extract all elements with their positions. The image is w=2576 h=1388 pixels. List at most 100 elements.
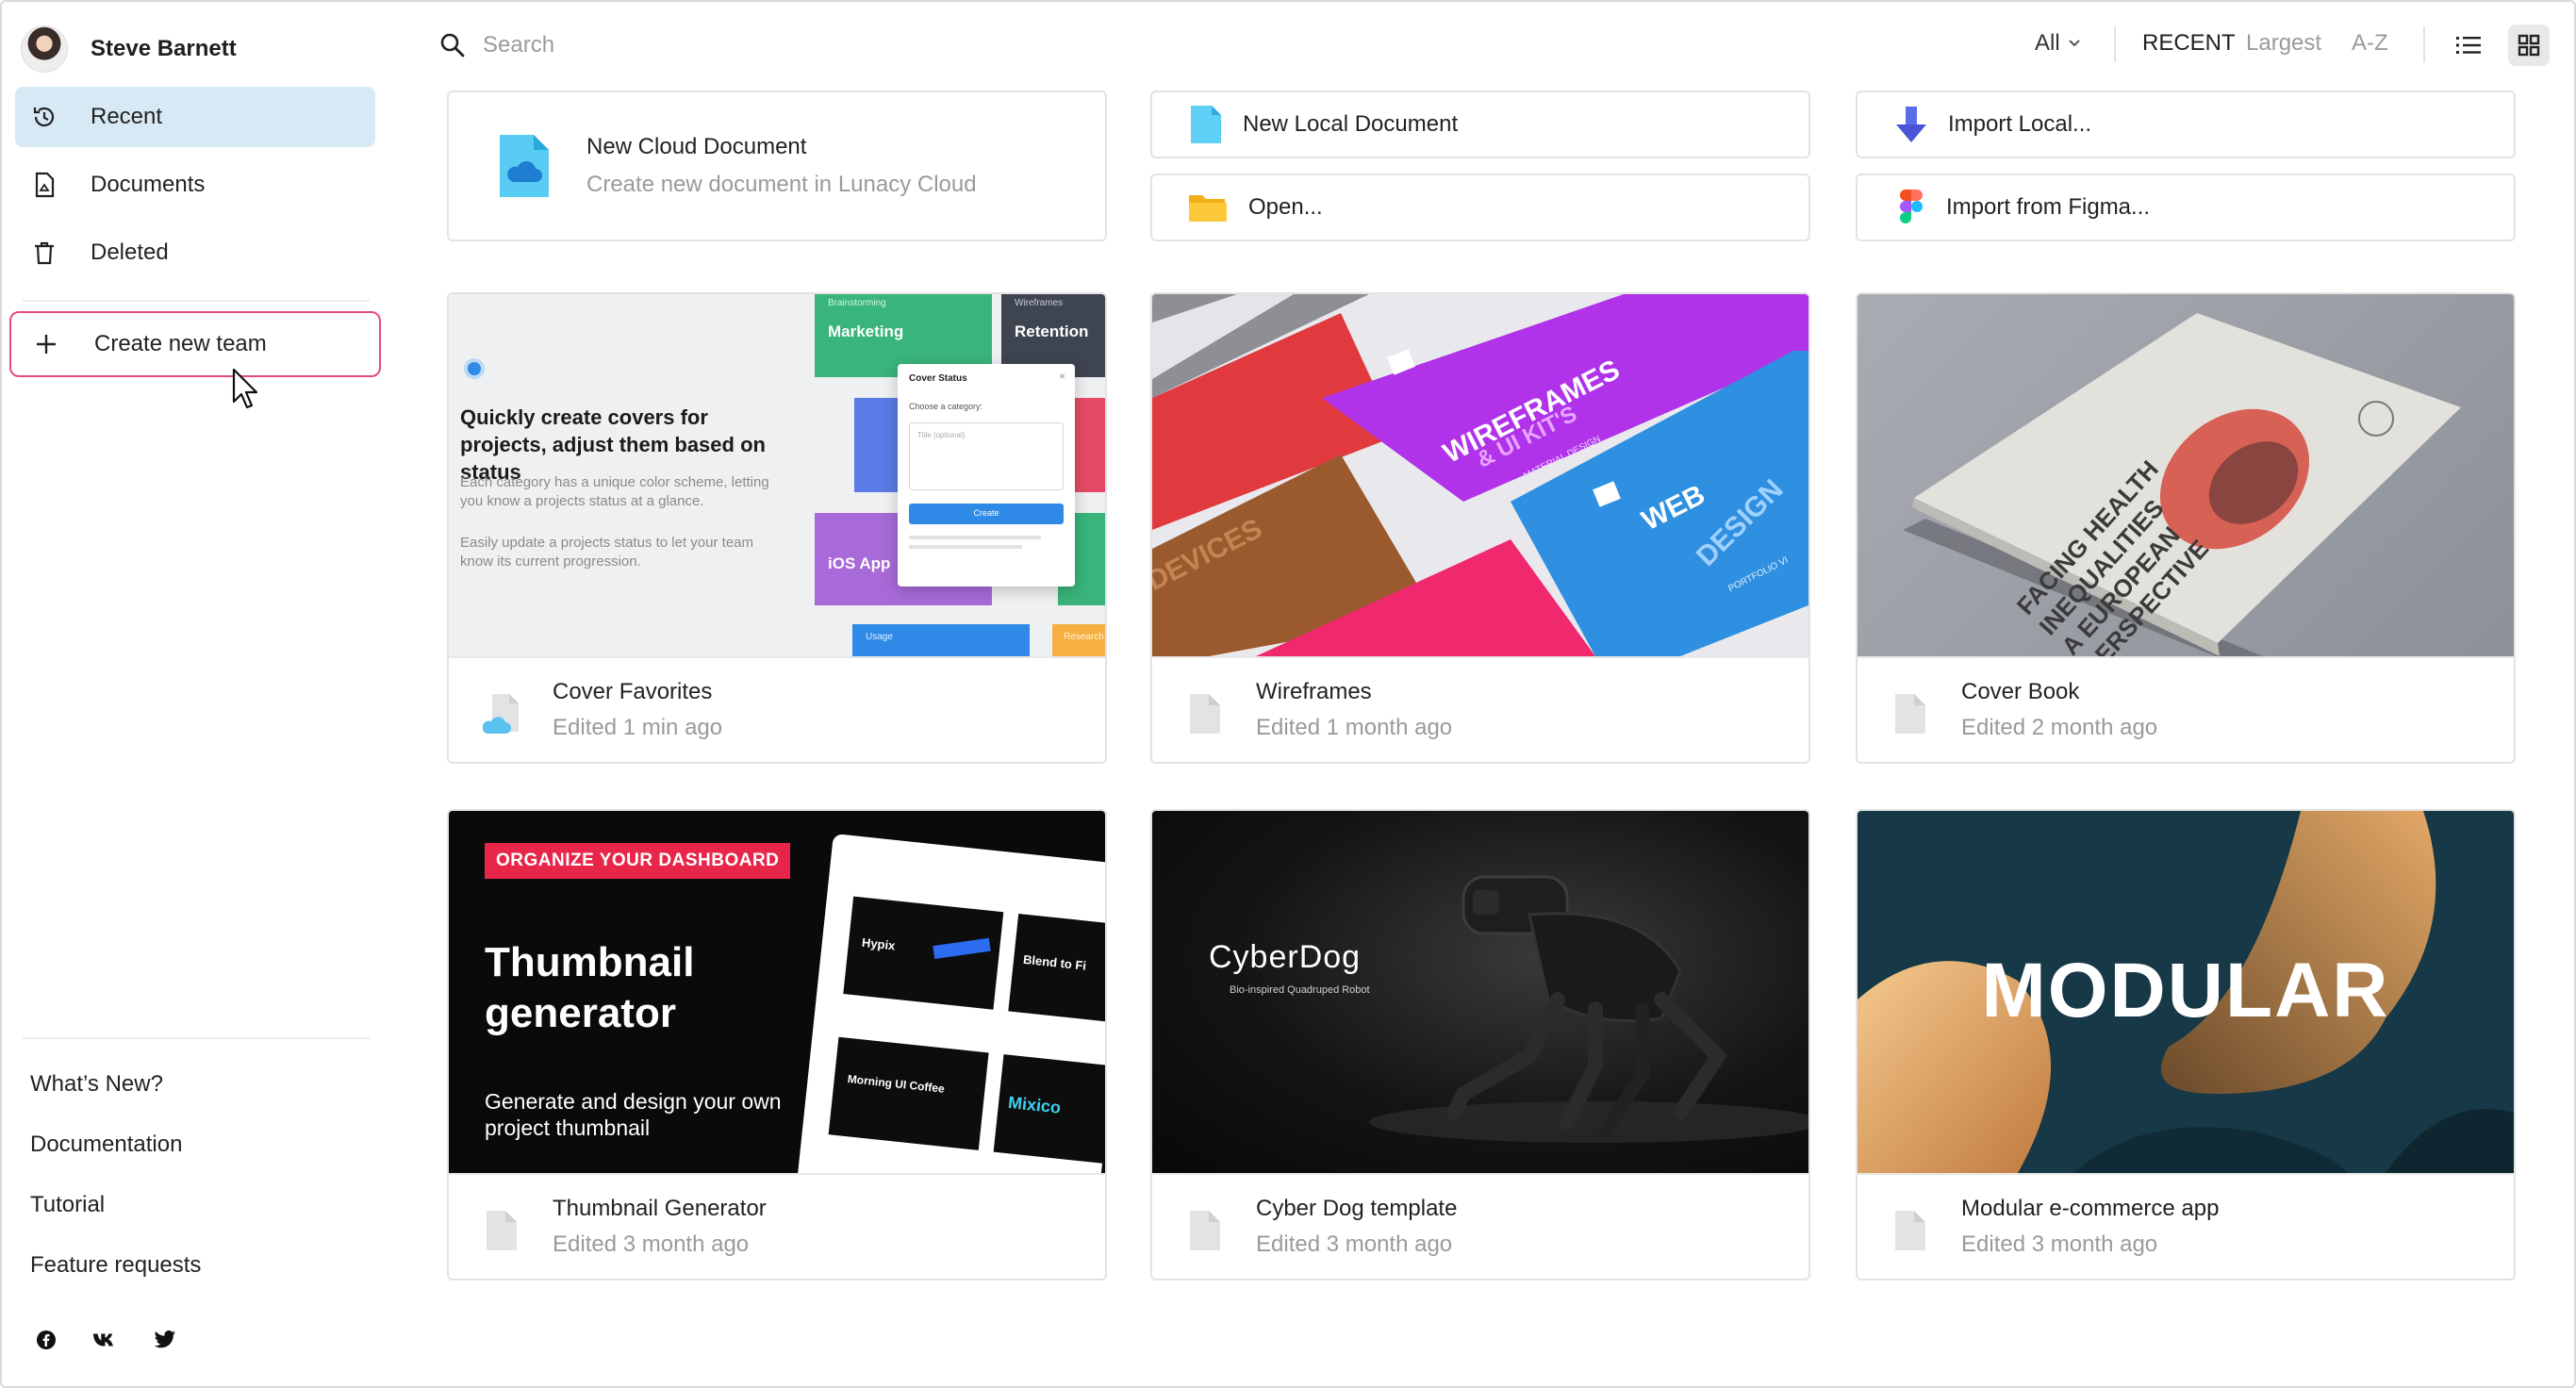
card-title: Cover Book xyxy=(1961,679,2080,704)
dialog-placeholder: Title (optional) xyxy=(917,431,966,439)
card-title: Modular e-commerce app xyxy=(1961,1196,2220,1221)
open-label: Open... xyxy=(1248,194,1323,220)
file-icon xyxy=(1190,1211,1220,1250)
divider xyxy=(2423,26,2425,62)
new-cloud-document-button[interactable]: New Cloud Document Create new document i… xyxy=(447,91,1107,241)
grid-view-button[interactable] xyxy=(2508,25,2550,66)
search-icon xyxy=(440,33,465,58)
figma-icon xyxy=(1900,190,1923,223)
document-card-modular[interactable]: MODULAR Modular e-commerce app Edited 3 … xyxy=(1856,809,2516,1281)
sidebar-item-label: Deleted xyxy=(91,240,169,265)
sort-az[interactable]: A-Z xyxy=(2352,30,2388,57)
cloud-file-icon xyxy=(483,694,519,734)
sidebar-item-deleted[interactable]: Deleted xyxy=(15,223,375,283)
document-thumbnail: WIREFRAMES & UI KIT'S MATERIAL DESIGN WE… xyxy=(1152,294,1808,656)
documentation-link[interactable]: Documentation xyxy=(30,1132,182,1158)
divider xyxy=(23,1037,370,1039)
thumb-title: MODULAR xyxy=(1981,948,2390,1033)
thumb-text: Each category has a unique color scheme,… xyxy=(460,474,769,509)
sidebar-item-label: Documents xyxy=(91,172,206,197)
vk-icon[interactable] xyxy=(92,1328,117,1352)
sort-recent[interactable]: RECENT xyxy=(2142,30,2236,57)
preview-title: Mixico xyxy=(1007,1092,1062,1117)
chevron-down-icon xyxy=(2068,40,2080,47)
clock-history-icon xyxy=(30,103,58,131)
divider xyxy=(2114,26,2116,62)
file-icon xyxy=(1895,1211,1925,1250)
card-meta: Modular e-commerce app Edited 3 month ag… xyxy=(1858,1173,2514,1279)
feature-requests-link[interactable]: Feature requests xyxy=(30,1252,201,1279)
open-button[interactable]: Open... xyxy=(1150,174,1810,241)
document-thumbnail: MODULAR xyxy=(1858,811,2514,1173)
file-icon xyxy=(1895,694,1925,734)
dialog-label: Choose a category: xyxy=(909,402,983,411)
card-title: Cover Favorites xyxy=(553,679,713,704)
grid-view-icon xyxy=(2518,34,2540,57)
card-title: Wireframes xyxy=(1256,679,1372,704)
thumb-badge: ORGANIZE YOUR DASHBOARD xyxy=(485,843,791,879)
preview-title: Blend to Fi xyxy=(1022,951,1087,973)
card-edited: Edited 2 month ago xyxy=(1961,715,2158,740)
avatar[interactable] xyxy=(21,25,68,73)
tutorial-link[interactable]: Tutorial xyxy=(30,1192,105,1218)
cover-tile: Usage xyxy=(852,624,1030,656)
tile-label: iOS App xyxy=(828,554,891,572)
import-local-button[interactable]: Import Local... xyxy=(1856,91,2516,158)
thumb-subtitle: Generate and design your own project thu… xyxy=(485,1089,782,1140)
card-meta: Wireframes Edited 1 month ago xyxy=(1152,656,1808,762)
status-dot xyxy=(464,358,485,379)
sidebar-item-label: Recent xyxy=(91,104,163,129)
create-team-label: Create new team xyxy=(94,331,267,356)
new-local-document-button[interactable]: New Local Document xyxy=(1150,91,1810,158)
card-title: Thumbnail Generator xyxy=(553,1196,767,1221)
create-team-button[interactable]: Create new team xyxy=(9,311,381,377)
local-document-icon xyxy=(1191,106,1221,143)
card-meta: Cyber Dog template Edited 3 month ago xyxy=(1152,1173,1808,1279)
card-edited: Edited 1 min ago xyxy=(553,715,723,740)
trash-icon xyxy=(30,239,58,267)
card-edited: Edited 3 month ago xyxy=(1256,1231,1453,1257)
preview-title: Hypix xyxy=(861,934,897,953)
whats-new-link[interactable]: What’s New? xyxy=(30,1071,163,1098)
thumb-text: Easily update a projects status to let y… xyxy=(460,535,753,570)
new-cloud-document-subtitle: Create new document in Lunacy Cloud xyxy=(586,172,977,197)
filter-all-label: All xyxy=(2035,30,2060,56)
filter-all-dropdown[interactable]: All xyxy=(2035,30,2081,57)
import-local-label: Import Local... xyxy=(1948,111,2092,137)
user-name: Steve Barnett xyxy=(91,36,237,61)
list-view-icon xyxy=(2456,37,2481,54)
facebook-icon[interactable] xyxy=(34,1328,58,1352)
card-meta: Cover Book Edited 2 month ago xyxy=(1858,656,2514,762)
file-icon xyxy=(487,1211,517,1250)
preview-title: Morning UI Coffee xyxy=(847,1072,946,1096)
document-thumbnail: ORGANIZE YOUR DASHBOARD Thumbnail genera… xyxy=(449,811,1105,1173)
document-card-cover-book[interactable]: FACING HEALTH INEQUALITIES A EUROPEAN PE… xyxy=(1856,292,2516,764)
document-thumbnail: CyberDog Bio-inspired Quadruped Robot xyxy=(1152,811,1808,1173)
document-card-cover-favorites[interactable]: Quickly create covers for projects, adju… xyxy=(447,292,1107,764)
sidebar-item-documents[interactable]: Documents xyxy=(15,155,375,215)
card-meta: Thumbnail Generator Edited 3 month ago xyxy=(449,1173,1105,1279)
document-card-wireframes[interactable]: WIREFRAMES & UI KIT'S MATERIAL DESIGN WE… xyxy=(1150,292,1810,764)
tile-tag: Usage xyxy=(866,632,893,642)
search-input[interactable] xyxy=(483,26,1049,64)
import-figma-button[interactable]: Import from Figma... xyxy=(1856,174,2516,241)
card-title: Cyber Dog template xyxy=(1256,1196,1458,1221)
preview-panel: Hypix Blend to Fi Morning UI Coffee Mixi… xyxy=(796,834,1105,1173)
document-card-cyber-dog[interactable]: CyberDog Bio-inspired Quadruped Robot Cy… xyxy=(1150,809,1810,1281)
dialog-button-label: Create xyxy=(973,508,999,518)
tile-tag: Brainstorming xyxy=(828,298,886,308)
document-thumbnail: FACING HEALTH INEQUALITIES A EUROPEAN PE… xyxy=(1858,294,2514,656)
new-cloud-document-title: New Cloud Document xyxy=(586,134,807,159)
document-card-thumbnail-generator[interactable]: ORGANIZE YOUR DASHBOARD Thumbnail genera… xyxy=(447,809,1107,1281)
sidebar-item-recent[interactable]: Recent xyxy=(15,87,375,147)
sort-largest[interactable]: Largest xyxy=(2246,30,2321,57)
dialog-create-button: Create xyxy=(909,504,1064,524)
card-edited: Edited 1 month ago xyxy=(1256,715,1453,740)
user-profile[interactable]: Steve Barnett xyxy=(21,25,237,74)
wireframes-artwork xyxy=(1152,294,1808,656)
twitter-icon[interactable] xyxy=(153,1328,177,1352)
dialog-text-line xyxy=(909,545,1022,549)
tile-label: Retention xyxy=(1015,322,1089,340)
thumb-title: CyberDog xyxy=(1209,939,1362,975)
list-view-button[interactable] xyxy=(2448,25,2489,66)
